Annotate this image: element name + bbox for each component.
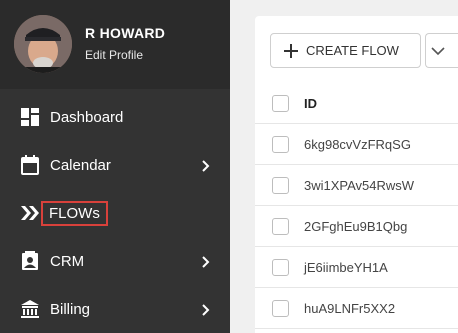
table-header-row: ID	[255, 83, 458, 124]
chevron-right-icon	[199, 255, 211, 268]
flow-id: huA9LNFr5XX2	[304, 301, 396, 316]
create-flow-label: CREATE FLOW	[306, 43, 399, 58]
sidebar-item-label: Billing	[50, 300, 91, 318]
flows-card: CREATE FLOW ID 6kg98cvVzFRqSG 3wi1XPAv54…	[255, 16, 458, 333]
avatar[interactable]	[14, 15, 72, 73]
table-row[interactable]: 6kg98cvVzFRqSG	[255, 124, 458, 165]
sidebar-item-billing[interactable]: Billing	[0, 285, 230, 333]
sidebar-item-dashboard[interactable]: Dashboard	[0, 93, 230, 141]
dropdown-button[interactable]	[425, 33, 458, 68]
contact-card-icon	[19, 250, 41, 272]
sidebar-item-label: FLOWs	[41, 200, 108, 226]
table-row[interactable]: 3wi1XPAv54RwsW	[255, 165, 458, 206]
sidebar-item-crm[interactable]: CRM	[0, 237, 230, 285]
bank-icon	[19, 298, 41, 320]
chevron-right-icon	[199, 159, 211, 172]
sidebar: R HOWARD Edit Profile Dashboard Calendar…	[0, 0, 230, 333]
profile-header: R HOWARD Edit Profile	[0, 0, 230, 89]
sidebar-item-calendar[interactable]: Calendar	[0, 141, 230, 189]
plus-icon	[284, 43, 298, 58]
main-content: CREATE FLOW ID 6kg98cvVzFRqSG 3wi1XPAv54…	[230, 0, 458, 333]
flow-id: 2GFghEu9B1Qbg	[304, 219, 408, 234]
edit-profile-link[interactable]: Edit Profile	[85, 48, 143, 62]
sidebar-item-flows[interactable]: FLOWs	[0, 189, 230, 237]
table-row[interactable]: huA9LNFr5XX2	[255, 288, 458, 329]
calendar-icon	[19, 154, 41, 176]
row-checkbox[interactable]	[272, 300, 289, 317]
chevron-right-icon	[199, 303, 211, 316]
table-row[interactable]: 2GFghEu9B1Qbg	[255, 206, 458, 247]
flow-id: 3wi1XPAv54RwsW	[304, 178, 415, 193]
create-flow-button[interactable]: CREATE FLOW	[270, 33, 421, 68]
row-checkbox[interactable]	[272, 136, 289, 153]
row-checkbox[interactable]	[272, 177, 289, 194]
sidebar-item-label: CRM	[50, 252, 85, 270]
flow-id: 6kg98cvVzFRqSG	[304, 137, 411, 152]
row-checkbox[interactable]	[272, 259, 289, 276]
table-row[interactable]: jE6iimbeYH1A	[255, 247, 458, 288]
flow-id: jE6iimbeYH1A	[304, 260, 388, 275]
chevron-down-icon	[431, 47, 445, 56]
select-all-checkbox[interactable]	[272, 95, 289, 112]
sidebar-item-label: Calendar	[50, 156, 111, 174]
profile-name: R HOWARD	[85, 25, 166, 41]
dashboard-icon	[19, 106, 41, 128]
row-checkbox[interactable]	[272, 218, 289, 235]
sidebar-item-label: Dashboard	[50, 108, 124, 126]
id-column-header: ID	[304, 96, 317, 111]
double-chevron-icon	[19, 202, 41, 224]
